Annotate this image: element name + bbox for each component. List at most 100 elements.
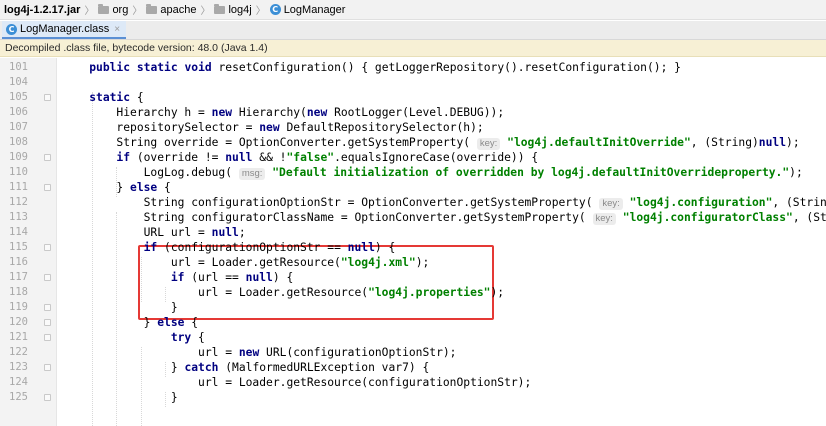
code-text: String override = OptionConverter.getSys… [62, 136, 800, 150]
folder-icon [98, 3, 110, 14]
code-text: LogLog.debug( msg: "Default initializati… [62, 166, 803, 180]
breadcrumb-label: LogManager [283, 3, 346, 16]
code-line[interactable]: 113 String configuratorClassName = Optio… [0, 210, 826, 225]
code-text: url = new URL(configurationOptionStr); [62, 346, 457, 359]
banner-text: Decompiled .class file, bytecode version… [5, 42, 268, 54]
fold-marker-icon[interactable] [44, 184, 51, 191]
fold-marker-icon[interactable] [44, 319, 51, 326]
breadcrumb-separator: 〉 [255, 6, 266, 17]
line-number: 125 [9, 391, 28, 403]
fold-marker-icon[interactable] [44, 334, 51, 341]
fold-marker-icon[interactable] [44, 94, 51, 101]
code-line[interactable]: 112 String configurationOptionStr = Opti… [0, 195, 826, 210]
line-number: 124 [9, 376, 28, 388]
line-number: 113 [9, 211, 28, 223]
code-text: if (override != null && !"false".equalsI… [116, 151, 539, 164]
code-line[interactable]: 111 } else { [0, 180, 826, 195]
line-number: 117 [9, 271, 28, 283]
code-text: } else { [62, 316, 199, 329]
breadcrumb: log4j-1.2.17.jar 〉 org 〉 apache 〉 log4j 〉 C LogMa… [0, 0, 826, 20]
line-number: 114 [9, 226, 28, 238]
line-number: 104 [9, 76, 28, 88]
code-text: static { [89, 91, 144, 104]
line-number: 105 [9, 91, 28, 103]
editor-tab-bar: C LogManager.class × [0, 21, 826, 40]
decompiled-banner: Decompiled .class file, bytecode version… [0, 40, 826, 57]
code-line[interactable]: 108 String override = OptionConverter.ge… [0, 135, 826, 150]
code-text: public static void resetConfiguration() … [89, 61, 681, 74]
breadcrumb-item-org[interactable]: org [98, 3, 129, 16]
code-text: } [62, 391, 178, 404]
code-text: url = Loader.getResource("log4j.properti… [62, 286, 505, 299]
code-text: } [62, 301, 178, 314]
code-line[interactable]: 118 url = Loader.getResource("log4j.prop… [0, 285, 826, 300]
code-line[interactable]: 107 repositorySelector = new DefaultRepo… [0, 120, 826, 135]
code-line[interactable]: 116 url = Loader.getResource("log4j.xml"… [0, 255, 826, 270]
fold-marker-icon[interactable] [44, 364, 51, 371]
class-icon: C [269, 4, 281, 15]
code-line[interactable]: 109 if (override != null && !"false".equ… [0, 150, 826, 165]
code-line[interactable]: 125 } [0, 390, 826, 405]
code-line[interactable]: 123 } catch (MalformedURLException var7)… [0, 360, 826, 375]
code-line[interactable]: 110 LogLog.debug( msg: "Default initiali… [0, 165, 826, 180]
breadcrumb-item-apache[interactable]: apache [146, 3, 197, 16]
fold-marker-icon[interactable] [44, 274, 51, 281]
folder-icon [214, 3, 226, 14]
line-number: 111 [9, 181, 28, 193]
breadcrumb-item-log4j-1-2-17-jar[interactable]: log4j-1.2.17.jar [4, 4, 80, 16]
code-line[interactable]: 104 [0, 75, 826, 90]
code-line[interactable]: 101 public static void resetConfiguratio… [0, 60, 826, 75]
line-number: 118 [9, 286, 28, 298]
code-text: Hierarchy h = new Hierarchy(new RootLogg… [62, 106, 505, 119]
code-line[interactable]: 117 if (url == null) { [0, 270, 826, 285]
tab-label: LogManager.class [20, 23, 110, 35]
code-line[interactable]: 115 if (configurationOptionStr == null) … [0, 240, 826, 255]
code-text: String configuratorClassName = OptionCon… [62, 211, 826, 225]
breadcrumb-separator: 〉 [132, 6, 143, 17]
code-line[interactable]: 114 URL url = null; [0, 225, 826, 240]
code-editor[interactable]: 101 public static void resetConfiguratio… [0, 58, 826, 426]
fold-marker-icon[interactable] [44, 154, 51, 161]
line-number: 120 [9, 316, 28, 328]
code-text: if (url == null) { [170, 271, 294, 284]
breadcrumb-separator: 〉 [84, 6, 95, 17]
fold-marker-icon[interactable] [44, 244, 51, 251]
breadcrumb-label: org [112, 3, 129, 16]
line-number: 108 [9, 136, 28, 148]
breadcrumb-item-logmanager[interactable]: C LogManager [269, 3, 346, 16]
code-text: } catch (MalformedURLException var7) { [62, 361, 430, 374]
fold-marker-icon[interactable] [44, 304, 51, 311]
code-line[interactable]: 119 } [0, 300, 826, 315]
code-text: } else { [62, 181, 171, 194]
tab-logmanager-class[interactable]: C LogManager.class × [2, 21, 127, 39]
code-line[interactable]: 121 try { [0, 330, 826, 345]
code-text: url = Loader.getResource(configurationOp… [62, 376, 532, 389]
fold-marker-icon[interactable] [44, 394, 51, 401]
folder-icon [146, 3, 158, 14]
breadcrumb-separator: 〉 [200, 6, 211, 17]
class-icon: C [6, 23, 17, 35]
code-line[interactable]: 106 Hierarchy h = new Hierarchy(new Root… [0, 105, 826, 120]
code-line[interactable]: 120 } else { [0, 315, 826, 330]
code-line[interactable]: 122 url = new URL(configurationOptionStr… [0, 345, 826, 360]
code-text: url = Loader.getResource("log4j.xml"); [62, 256, 430, 269]
code-text: URL url = null; [62, 226, 246, 239]
line-number: 123 [9, 361, 28, 373]
code-text: repositorySelector = new DefaultReposito… [62, 121, 484, 134]
line-number: 119 [9, 301, 28, 313]
close-icon[interactable]: × [114, 24, 120, 35]
line-number: 116 [9, 256, 28, 268]
line-number: 109 [9, 151, 28, 163]
code-line[interactable]: 124 url = Loader.getResource(configurati… [0, 375, 826, 390]
breadcrumb-label: apache [160, 3, 197, 16]
line-number: 106 [9, 106, 28, 118]
breadcrumb-label: log4j-1.2.17.jar [4, 3, 81, 16]
breadcrumb-item-log4j[interactable]: log4j [214, 3, 252, 16]
line-number: 115 [9, 241, 28, 253]
line-number: 110 [9, 166, 28, 178]
line-number: 101 [9, 61, 28, 73]
line-number: 112 [9, 196, 28, 208]
code-line[interactable]: 105 static { [0, 90, 826, 105]
code-text: try { [170, 331, 205, 344]
line-number: 107 [9, 121, 28, 133]
